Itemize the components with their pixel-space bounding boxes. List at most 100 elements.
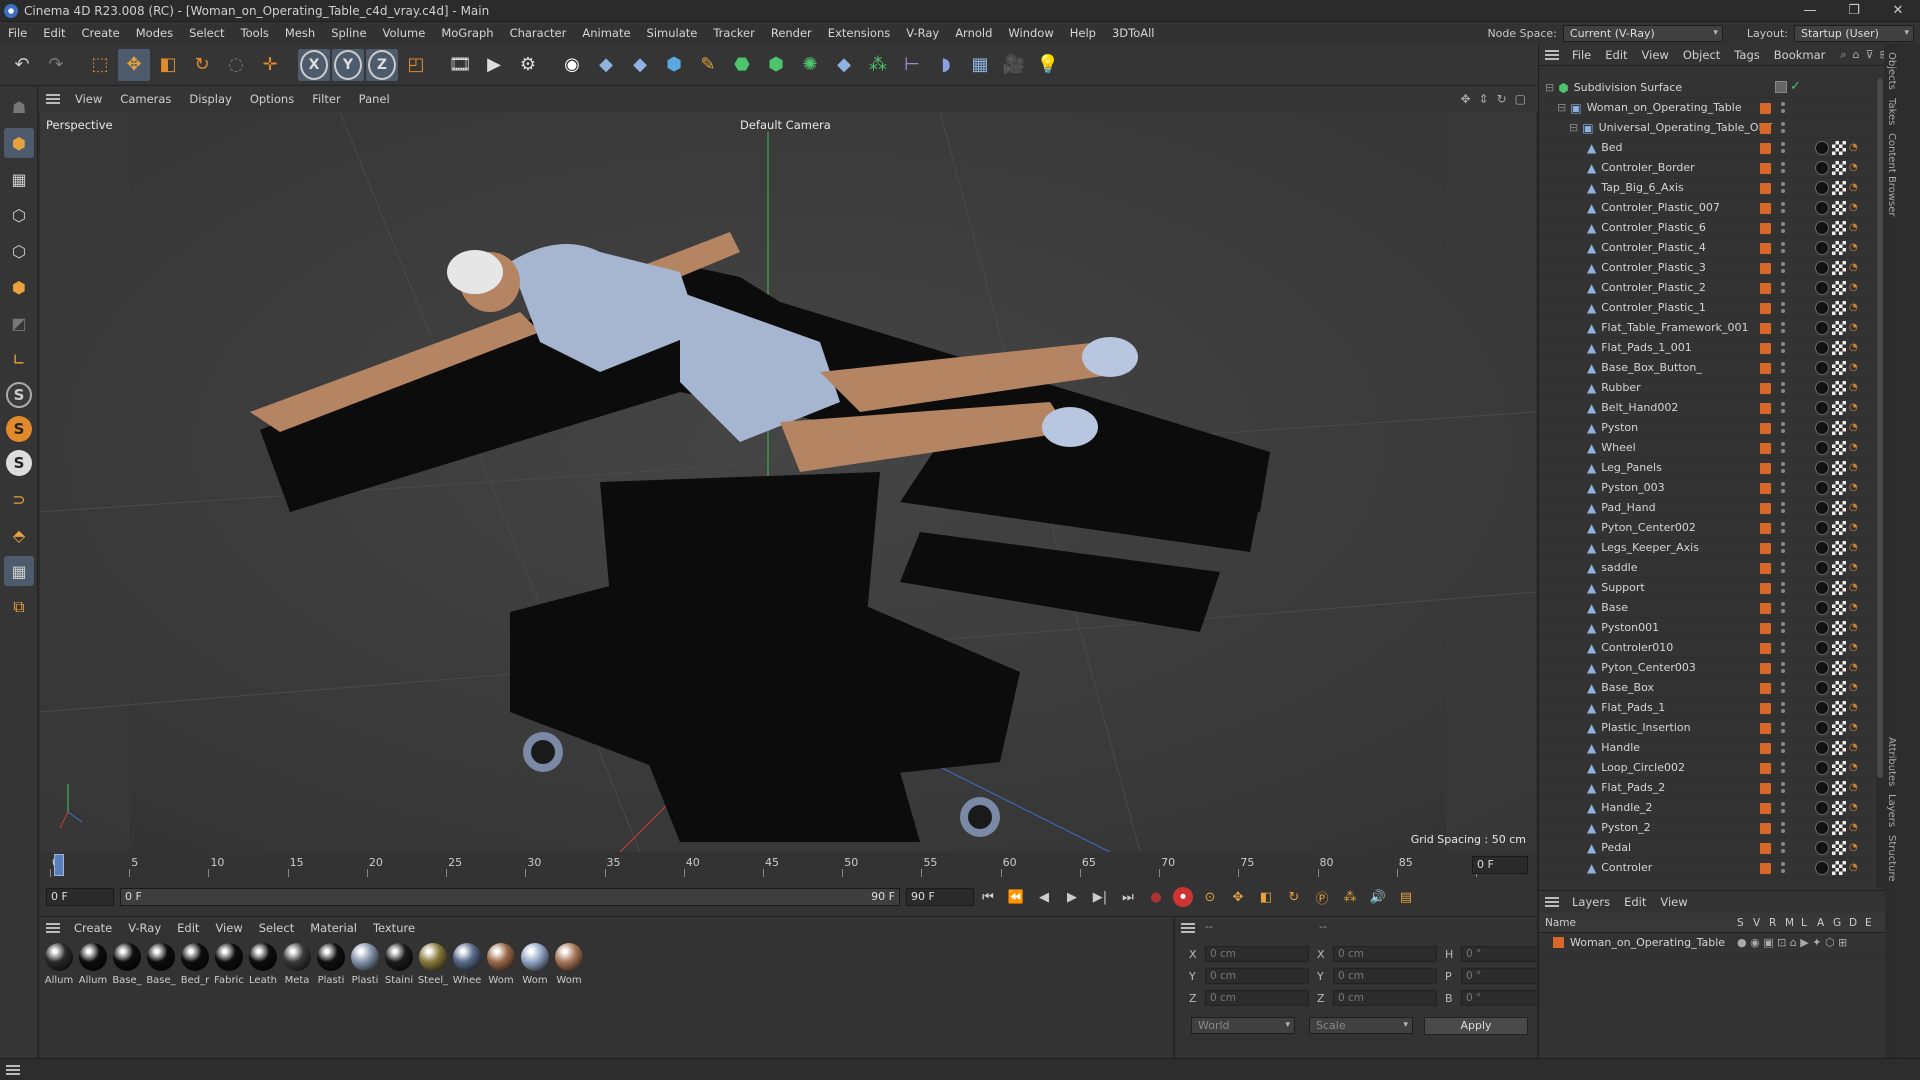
visibility-dots[interactable] <box>1781 161 1785 175</box>
uvw-tag-icon[interactable] <box>1832 161 1846 175</box>
redo-icon[interactable]: ↷ <box>40 49 72 81</box>
texture-mode-icon[interactable]: ▦ <box>4 164 34 194</box>
uvw-tag-icon[interactable] <box>1832 301 1846 315</box>
solo-single-icon[interactable]: S <box>6 416 32 442</box>
obj-menu-view[interactable]: View <box>1635 48 1676 62</box>
pos-x-field[interactable]: 0 cm <box>1205 946 1309 962</box>
material-swatch[interactable]: Base_ <box>110 943 144 986</box>
camera-target-icon[interactable]: ⊢ <box>896 49 928 81</box>
viewport-menu-cameras[interactable]: Cameras <box>111 92 180 106</box>
material-swatch[interactable]: Allum <box>76 943 110 986</box>
tree-item-root[interactable]: ⊟ ⬢ Subdivision Surface ✓ <box>1539 78 1885 98</box>
layer-color-swatch[interactable] <box>1760 583 1771 594</box>
obj-menu-bookmarks[interactable]: Bookmar <box>1767 48 1833 62</box>
layer-color-swatch[interactable] <box>1760 323 1771 334</box>
home-icon[interactable]: ⌂ <box>1853 48 1860 61</box>
make-editable-icon[interactable]: ☗ <box>4 92 34 122</box>
material-tag-icon[interactable] <box>1815 261 1829 275</box>
menu-character[interactable]: Character <box>502 22 575 44</box>
phong-tag-icon[interactable]: ◔ <box>1849 381 1859 395</box>
material-tag-icon[interactable] <box>1815 181 1829 195</box>
uvw-tag-icon[interactable] <box>1832 261 1846 275</box>
menu-select[interactable]: Select <box>181 22 232 44</box>
phong-tag-icon[interactable]: ◔ <box>1849 721 1859 735</box>
tree-item[interactable]: ▲ saddle ◔ <box>1539 558 1885 578</box>
uvw-tag-icon[interactable] <box>1832 221 1846 235</box>
layer-color-swatch[interactable] <box>1760 363 1771 374</box>
material-tag-icon[interactable] <box>1815 141 1829 155</box>
record-off-icon[interactable]: ● <box>1145 886 1167 908</box>
uvw-tag-icon[interactable] <box>1832 741 1846 755</box>
uvw-tag-icon[interactable] <box>1832 581 1846 595</box>
tree-item[interactable]: ▲ Pyston_2 ◔ <box>1539 818 1885 838</box>
phong-tag-icon[interactable]: ◔ <box>1849 281 1859 295</box>
layer-color-swatch[interactable] <box>1760 123 1771 134</box>
uvw-tag-icon[interactable] <box>1832 401 1846 415</box>
layer-color-swatch[interactable] <box>1760 203 1771 214</box>
key-param-icon[interactable]: Ⓟ <box>1311 886 1333 908</box>
menu-tracker[interactable]: Tracker <box>705 22 763 44</box>
filter-icon[interactable]: ⊽ <box>1866 48 1874 61</box>
side-tab-objects[interactable]: Objects <box>1886 52 1897 90</box>
obj-menu-object[interactable]: Object <box>1676 48 1727 62</box>
perspective-viewport[interactable]: Perspective Default Camera Grid Spacing … <box>40 112 1536 852</box>
minimize-button[interactable]: — <box>1788 0 1832 22</box>
uvw-tag-icon[interactable] <box>1832 441 1846 455</box>
material-swatch[interactable]: Fabric <box>212 943 246 986</box>
tree-item-woman[interactable]: ⊟ ▣ Woman_on_Operating_Table <box>1539 98 1885 118</box>
phong-tag-icon[interactable]: ◔ <box>1849 461 1859 475</box>
key-scale-icon[interactable]: ◧ <box>1255 886 1277 908</box>
tree-item[interactable]: ▲ Loop_Circle002 ◔ <box>1539 758 1885 778</box>
viewport-move-icon[interactable]: ✥ <box>1460 92 1470 106</box>
layer-color-swatch[interactable] <box>1760 243 1771 254</box>
uvw-tag-icon[interactable] <box>1832 281 1846 295</box>
tree-item[interactable]: ▲ Wheel ◔ <box>1539 438 1885 458</box>
phong-tag-icon[interactable]: ◔ <box>1849 501 1859 515</box>
viewport-menu-filter[interactable]: Filter <box>303 92 349 106</box>
layer-color-swatch[interactable] <box>1760 303 1771 314</box>
material-tag-icon[interactable] <box>1815 721 1829 735</box>
tree-item-table[interactable]: ⊟ ▣ Universal_Operating_Table_OPT <box>1539 118 1885 138</box>
visibility-dots[interactable] <box>1781 261 1785 275</box>
material-tag-icon[interactable] <box>1815 681 1829 695</box>
layer-color-swatch[interactable] <box>1760 343 1771 354</box>
tree-item[interactable]: ▲ Bed ◔ <box>1539 138 1885 158</box>
uvw-tag-icon[interactable] <box>1832 781 1846 795</box>
axis-mode-icon[interactable]: ∟ <box>4 344 34 374</box>
material-tag-icon[interactable] <box>1815 381 1829 395</box>
material-tag-icon[interactable] <box>1815 421 1829 435</box>
mograph-effector-icon[interactable]: ⁂ <box>862 49 894 81</box>
y-axis-lock-button[interactable]: Y <box>334 49 362 80</box>
uvw-tag-icon[interactable] <box>1832 861 1846 875</box>
visibility-dots[interactable] <box>1781 281 1785 295</box>
phong-tag-icon[interactable]: ◔ <box>1849 301 1859 315</box>
layer-color-swatch[interactable] <box>1760 863 1771 874</box>
material-swatch[interactable]: Whee <box>450 943 484 986</box>
pos-y-field[interactable]: 0 cm <box>1205 968 1309 984</box>
visibility-dots[interactable] <box>1781 201 1785 215</box>
tree-item[interactable]: ▲ Pyston ◔ <box>1539 418 1885 438</box>
material-tag-icon[interactable] <box>1815 161 1829 175</box>
visibility-dots[interactable] <box>1781 781 1785 795</box>
python-generator-icon[interactable]: ◆ <box>828 49 860 81</box>
uvw-tag-icon[interactable] <box>1832 181 1846 195</box>
visibility-dots[interactable] <box>1781 661 1785 675</box>
viewport-menu-display[interactable]: Display <box>180 92 240 106</box>
tree-item[interactable]: ▲ Pyton_Center003 ◔ <box>1539 658 1885 678</box>
layer-color-swatch[interactable] <box>1760 103 1771 114</box>
x-axis-lock-button[interactable]: X <box>300 49 328 80</box>
tree-item[interactable]: ▲ Pyton_Center002 ◔ <box>1539 518 1885 538</box>
start-frame-field[interactable]: 0 F <box>46 888 114 906</box>
visibility-dots[interactable] <box>1781 701 1785 715</box>
menu-render[interactable]: Render <box>763 22 820 44</box>
material-tag-icon[interactable] <box>1815 841 1829 855</box>
uvw-tag-icon[interactable] <box>1832 721 1846 735</box>
uvw-tag-icon[interactable] <box>1832 541 1846 555</box>
material-tag-icon[interactable] <box>1815 641 1829 655</box>
uvw-tag-icon[interactable] <box>1832 421 1846 435</box>
tree-item[interactable]: ▲ Controler_Border ◔ <box>1539 158 1885 178</box>
material-swatch[interactable]: Meta <box>280 943 314 986</box>
menu-edit[interactable]: Edit <box>35 22 73 44</box>
material-swatch[interactable]: Wom <box>484 943 518 986</box>
layer-color-swatch[interactable] <box>1760 563 1771 574</box>
